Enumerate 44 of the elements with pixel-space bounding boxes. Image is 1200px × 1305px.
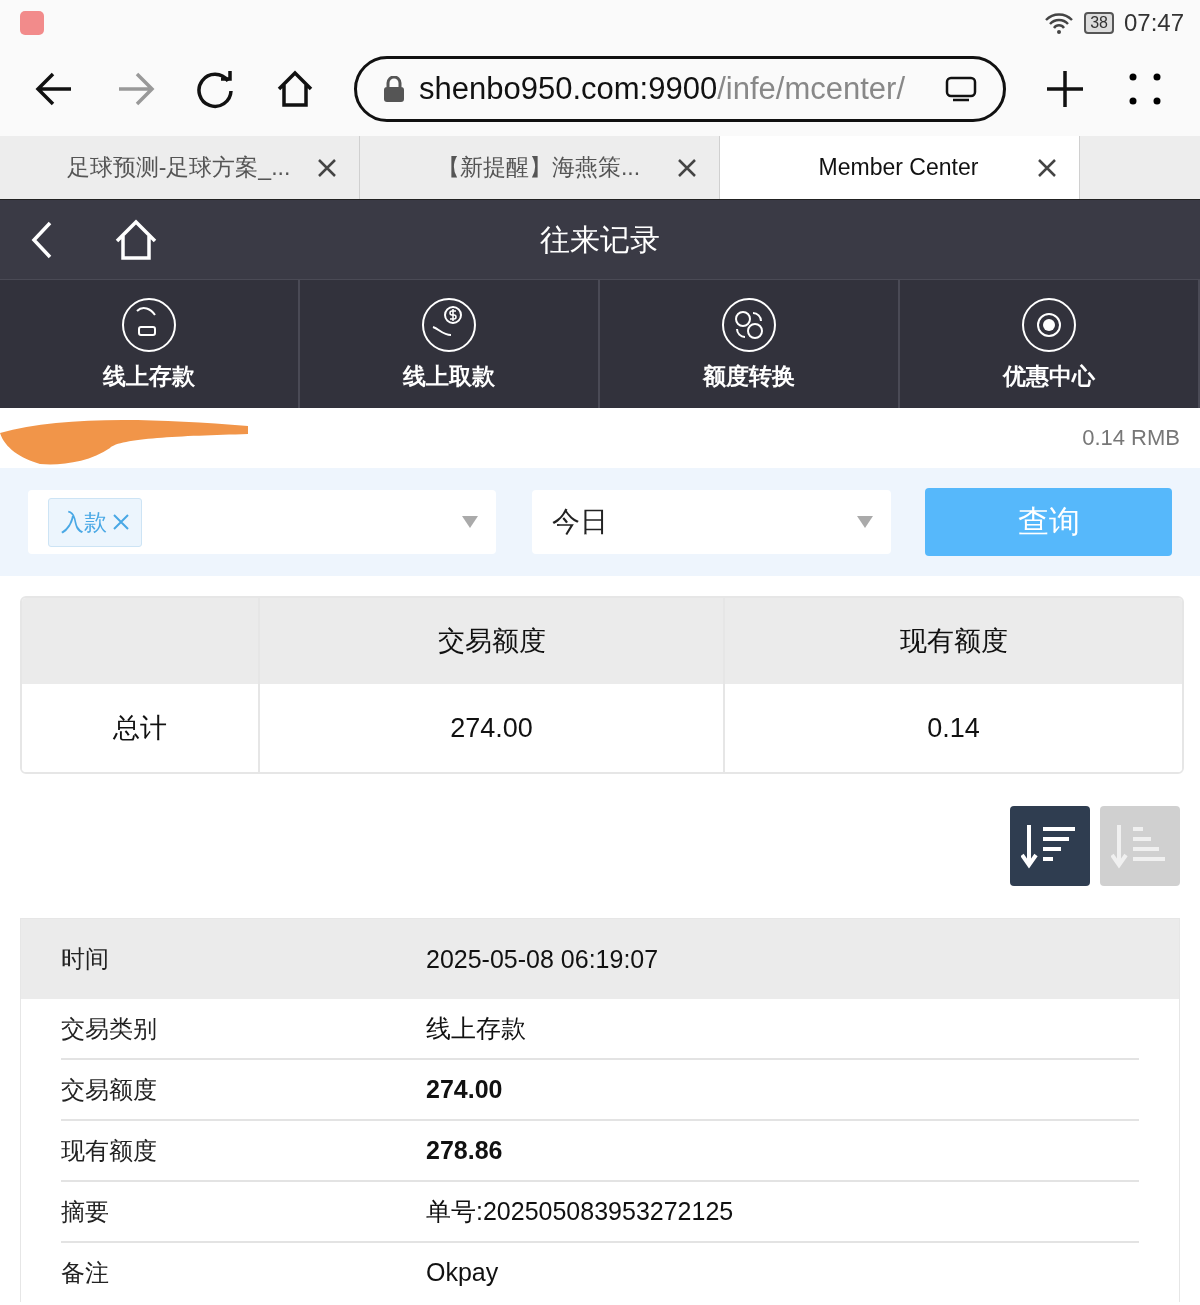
wifi-icon [1044,11,1075,34]
account-balance: 0.14 RMB [1082,425,1180,451]
monitor-icon[interactable] [945,76,977,102]
sort-button[interactable] [1010,806,1090,886]
field-label: 备注 [61,1257,110,1288]
close-icon[interactable] [317,157,337,178]
nav-item[interactable]: 线上取款 [300,280,600,408]
nav-item[interactable]: 线上存款 [0,280,300,408]
back-icon[interactable] [30,219,54,260]
column-header: 交易额度 [258,598,723,684]
field-value: Okpay [426,1258,500,1287]
field-label: 摘要 [61,1196,110,1227]
field-value: 单号:202505083953272125 [426,1196,735,1227]
menu-icon [1128,72,1162,106]
plus-icon [1045,69,1085,109]
period-select[interactable]: 今日 [531,490,892,554]
field-value: 线上存款 [426,1013,527,1044]
field-value: 2025-05-08 06:19:07 [426,944,660,974]
close-icon[interactable] [1037,157,1057,178]
field-label: 现有额度 [61,1135,158,1166]
clock-time: 07:47 [1123,8,1184,37]
column-header: 现有额度 [723,598,1182,684]
app-icon [20,10,44,35]
close-icon[interactable] [677,157,697,178]
field-label: 时间 [61,944,110,974]
lock-icon [383,76,405,102]
address-field[interactable]: shenbo950.com:9900/infe/mcenter/ [354,56,1006,122]
page-title: 往来记录 [540,221,660,257]
caret-icon [857,516,874,528]
battery-level: 38 [1084,11,1114,34]
coin-icon [1021,296,1077,353]
exchange-icon [721,296,777,353]
home-icon [275,69,315,109]
field-value: 278.86 [426,1136,504,1165]
nav-item[interactable]: 额度转换 [600,280,900,408]
nav-item[interactable]: 优惠中心 [900,280,1200,408]
field-label: 交易类别 [61,1013,158,1044]
reload-icon [195,69,235,109]
field-value: 274.00 [426,1075,504,1104]
table-cell: 0.14 [723,684,1182,772]
field-label: 交易额度 [61,1074,158,1105]
browser-tab[interactable]: Member Center [720,136,1080,199]
caret-icon [461,516,478,528]
home-icon[interactable] [114,218,158,261]
